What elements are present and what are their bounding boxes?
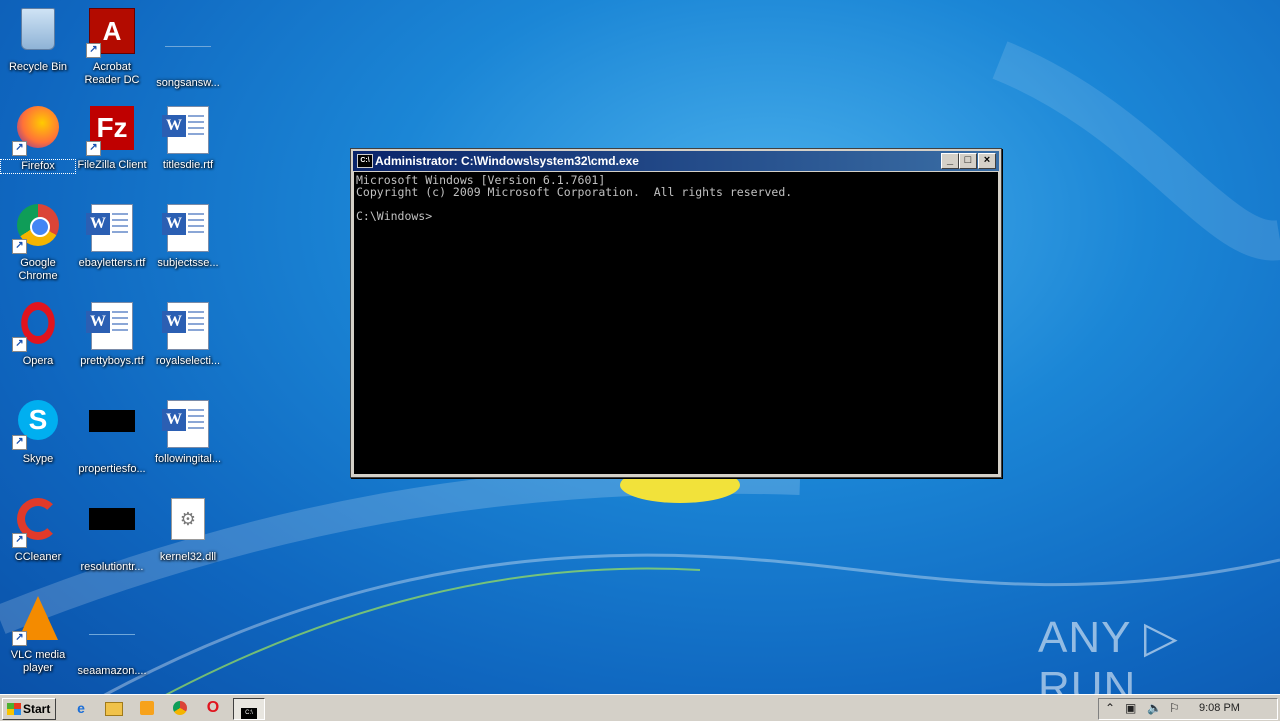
vlc-icon: ↗ [12,596,62,646]
desktop-icon-label: CCleaner [14,551,62,563]
desktop-icon-label: Skype [22,453,54,465]
desktop-icon-ccleaner[interactable]: ↗ CCleaner [0,494,76,586]
desktop-icon-label: propertiesfo... [78,463,146,475]
minimize-button[interactable]: _ [941,153,959,169]
dll-icon: ⚙ [164,498,212,546]
desktop-icon-acrobat[interactable]: A ↗ Acrobat Reader DC [74,4,150,96]
desktop-icon-royalselecti[interactable]: Wroyalselecti... [150,298,226,390]
chrome-taskbar-icon[interactable] [169,698,191,718]
blank-file-icon [164,24,212,72]
shortcut-arrow-icon: ↗ [12,631,27,646]
desktop-icon-label: Firefox [0,159,76,174]
acrobat-icon: A ↗ [86,8,136,58]
opera-icon: ↗ [12,302,62,352]
word-doc-icon: W [162,204,212,252]
desktop-icon-label: kernel32.dll [159,551,217,563]
ccleaner-icon: ↗ [12,498,62,548]
desktop-icon-seaamazon[interactable]: seaamazon.... [74,592,150,684]
desktop-icon-label: royalselecti... [155,355,221,367]
cmd-taskbar-button[interactable]: C:\ [233,698,265,720]
desktop-icon-filezilla[interactable]: Fz ↗ FileZilla Client [74,102,150,194]
blank-file-icon [88,612,136,660]
desktop-icon-label: songsansw... [156,77,220,89]
word-doc-icon: W [86,204,136,252]
desktop-icon-subjectsse[interactable]: Wsubjectsse... [150,200,226,292]
ie-icon[interactable]: e [70,698,92,718]
desktop-icon-chrome[interactable]: ↗ Google Chrome [0,200,76,292]
cmd-titlebar[interactable]: C:\ Administrator: C:\Windows\system32\c… [353,151,999,171]
volume-icon[interactable]: 🔈 [1147,701,1162,715]
skype-icon: S ↗ [12,400,62,450]
cmd-icon: C:\ [357,154,373,168]
shortcut-arrow-icon: ↗ [12,435,27,450]
shortcut-arrow-icon: ↗ [12,239,27,254]
desktop-icon-label: resolutiontr... [80,561,144,573]
shortcut-arrow-icon: ↗ [12,337,27,352]
desktop-icon-followingital[interactable]: Wfollowingital... [150,396,226,488]
black-file-icon [88,410,136,458]
desktop-icon-label: prettyboys.rtf [80,355,144,367]
desktop-icon-skype[interactable]: S ↗ Skype [0,396,76,488]
desktop-icon-opera[interactable]: ↗ Opera [0,298,76,390]
explorer-icon[interactable] [103,698,125,718]
word-doc-icon: W [162,400,212,448]
media-player-icon[interactable] [136,698,158,718]
start-button[interactable]: Start [2,698,56,720]
desktop-icon-label: Google Chrome [18,257,58,282]
desktop-icon-label: Opera [22,355,54,367]
show-hidden-icons-icon[interactable]: ⌃ [1105,701,1115,715]
desktop-icon-label: FileZilla Client [77,159,147,171]
desktop-icon-label: followingital... [154,453,222,465]
console-output[interactable]: Microsoft Windows [Version 6.1.7601] Cop… [354,172,998,474]
cmd-title: Administrator: C:\Windows\system32\cmd.e… [375,154,639,168]
shortcut-arrow-icon: ↗ [86,43,101,58]
desktop-icon-ebayletters[interactable]: Webayletters.rtf [74,200,150,292]
maximize-button[interactable]: □ [959,153,977,169]
shortcut-arrow-icon: ↗ [86,141,101,156]
chrome-icon: ↗ [12,204,62,254]
desktop-icon-prettyboys[interactable]: Wprettyboys.rtf [74,298,150,390]
desktop-icon-label: ebayletters.rtf [78,257,146,269]
desktop-icon-label: subjectsse... [157,257,219,269]
word-doc-icon: W [162,302,212,350]
shortcut-arrow-icon: ↗ [12,533,27,548]
desktop-icon-label: Acrobat Reader DC [84,61,140,86]
desktop-icon-label: Recycle Bin [8,61,68,73]
desktop-icon-kernel32[interactable]: ⚙ kernel32.dll [150,494,226,586]
desktop-icon-titlesdie[interactable]: Wtitlesdie.rtf [150,102,226,194]
action-center-icon[interactable]: ▣ [1125,701,1136,715]
desktop-icon-firefox[interactable]: ↗ Firefox [0,102,76,194]
opera-taskbar-icon[interactable]: O [202,698,224,718]
desktop-icon-label: seaamazon.... [77,665,147,677]
word-doc-icon: W [86,302,136,350]
desktop-icon-label: titlesdie.rtf [162,159,214,171]
close-button[interactable]: × [978,153,996,169]
cmd-window[interactable]: C:\ Administrator: C:\Windows\system32\c… [350,148,1002,478]
word-doc-icon: W [162,106,212,154]
desktop-icon-songsansw[interactable]: songsansw... [150,4,226,96]
system-tray: ⌃ ▣ 🔈 ⚐ 9:08 PM [1098,698,1278,720]
flag-notification-icon[interactable]: ⚐ [1169,701,1180,715]
firefox-icon: ↗ [12,106,62,156]
black-file-icon [88,508,136,556]
desktop-icon-resolutiontr[interactable]: resolutiontr... [74,494,150,586]
taskbar: Start e O C:\ ⌃ ▣ 🔈 ⚐ 9:08 PM [0,694,1280,721]
shortcut-arrow-icon: ↗ [12,141,27,156]
filezilla-icon: Fz ↗ [86,106,136,156]
windows-flag-icon [7,703,21,715]
desktop-icon-propertiesfo[interactable]: propertiesfo... [74,396,150,488]
desktop-icon-label: VLC media player [10,649,66,674]
desktop-icon-vlc[interactable]: ↗ VLC media player [0,592,76,684]
clock[interactable]: 9:08 PM [1199,701,1240,715]
recycle-bin-icon [14,8,62,56]
desktop-icon-recycle-bin[interactable]: Recycle Bin [0,4,76,96]
